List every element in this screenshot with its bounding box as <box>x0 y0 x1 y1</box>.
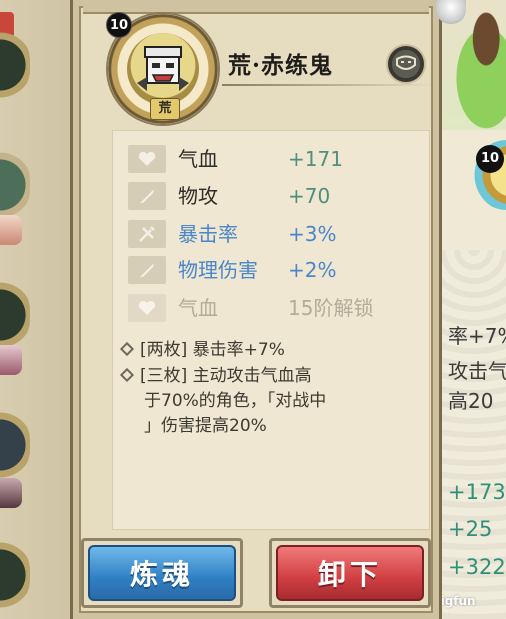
background-text: 率+7% <box>448 324 506 348</box>
set-effect-text: 于70%的角色，「对战中 <box>144 391 327 411</box>
set-effect-three-piece: [三枚] 主动攻击气血高 <box>119 364 312 388</box>
list-portrait[interactable] <box>0 150 30 220</box>
stat-row: 物理伤害 +2% <box>128 256 418 286</box>
background-left-list <box>0 0 74 619</box>
crit-icon <box>128 220 166 248</box>
stat-value: +70 <box>288 184 331 208</box>
diamond-bullet-icon <box>119 341 135 357</box>
stat-row: 物攻 +70 <box>128 182 418 212</box>
stat-row: 气血 +171 <box>128 145 418 175</box>
stat-name: 气血 <box>178 296 218 320</box>
background-stat-value: +173 <box>448 480 506 504</box>
stat-name: 暴击率 <box>178 222 238 246</box>
yuhun-portrait <box>127 33 199 105</box>
stat-name: 物理伤害 <box>178 258 258 282</box>
list-avatar-chip <box>0 478 22 508</box>
background-text: 攻击气 <box>448 359 506 383</box>
list-avatar-chip <box>0 215 22 245</box>
rarity-tag: 荒 <box>150 98 180 120</box>
heart-icon <box>128 145 166 173</box>
list-portrait[interactable] <box>0 410 30 480</box>
list-portrait[interactable] <box>0 540 30 610</box>
sword-icon <box>128 182 166 210</box>
set-effect-text: [两枚] 暴击率+7% <box>140 340 285 360</box>
name-divider <box>222 84 432 86</box>
background-stat-value: +25 <box>448 517 493 541</box>
refine-button[interactable]: 炼魂 <box>88 545 236 601</box>
list-avatar-chip <box>0 345 22 375</box>
background-stat-value: +322 <box>448 555 506 579</box>
list-portrait[interactable] <box>0 280 30 350</box>
list-portrait[interactable] <box>0 30 30 100</box>
stat-row: 暴击率 +3% <box>128 220 418 250</box>
stat-value: 15阶解锁 <box>288 296 374 320</box>
stat-value: +3% <box>288 222 337 246</box>
diamond-bullet-icon <box>119 367 135 383</box>
background-text: 高20 <box>448 389 494 413</box>
set-effect-two-piece: [两枚] 暴击率+7% <box>119 338 285 362</box>
background-level-badge: 10 <box>476 145 504 173</box>
stat-name: 气血 <box>178 147 218 171</box>
unequip-button[interactable]: 卸下 <box>276 545 424 601</box>
heart-icon <box>128 294 166 322</box>
mask-icon[interactable] <box>386 44 426 84</box>
sword-icon <box>128 256 166 284</box>
set-effect-text: 」伤害提高20% <box>144 416 267 436</box>
set-effect-text: [三枚] 主动攻击气血高 <box>140 366 312 386</box>
level-badge: 10 <box>106 12 132 38</box>
stat-name: 物攻 <box>178 184 218 208</box>
stat-value: +2% <box>288 258 337 282</box>
yuhun-name: 荒·赤练鬼 <box>228 52 334 79</box>
stat-value: +171 <box>288 147 343 171</box>
stat-row-locked: 气血 15阶解锁 <box>128 294 418 324</box>
